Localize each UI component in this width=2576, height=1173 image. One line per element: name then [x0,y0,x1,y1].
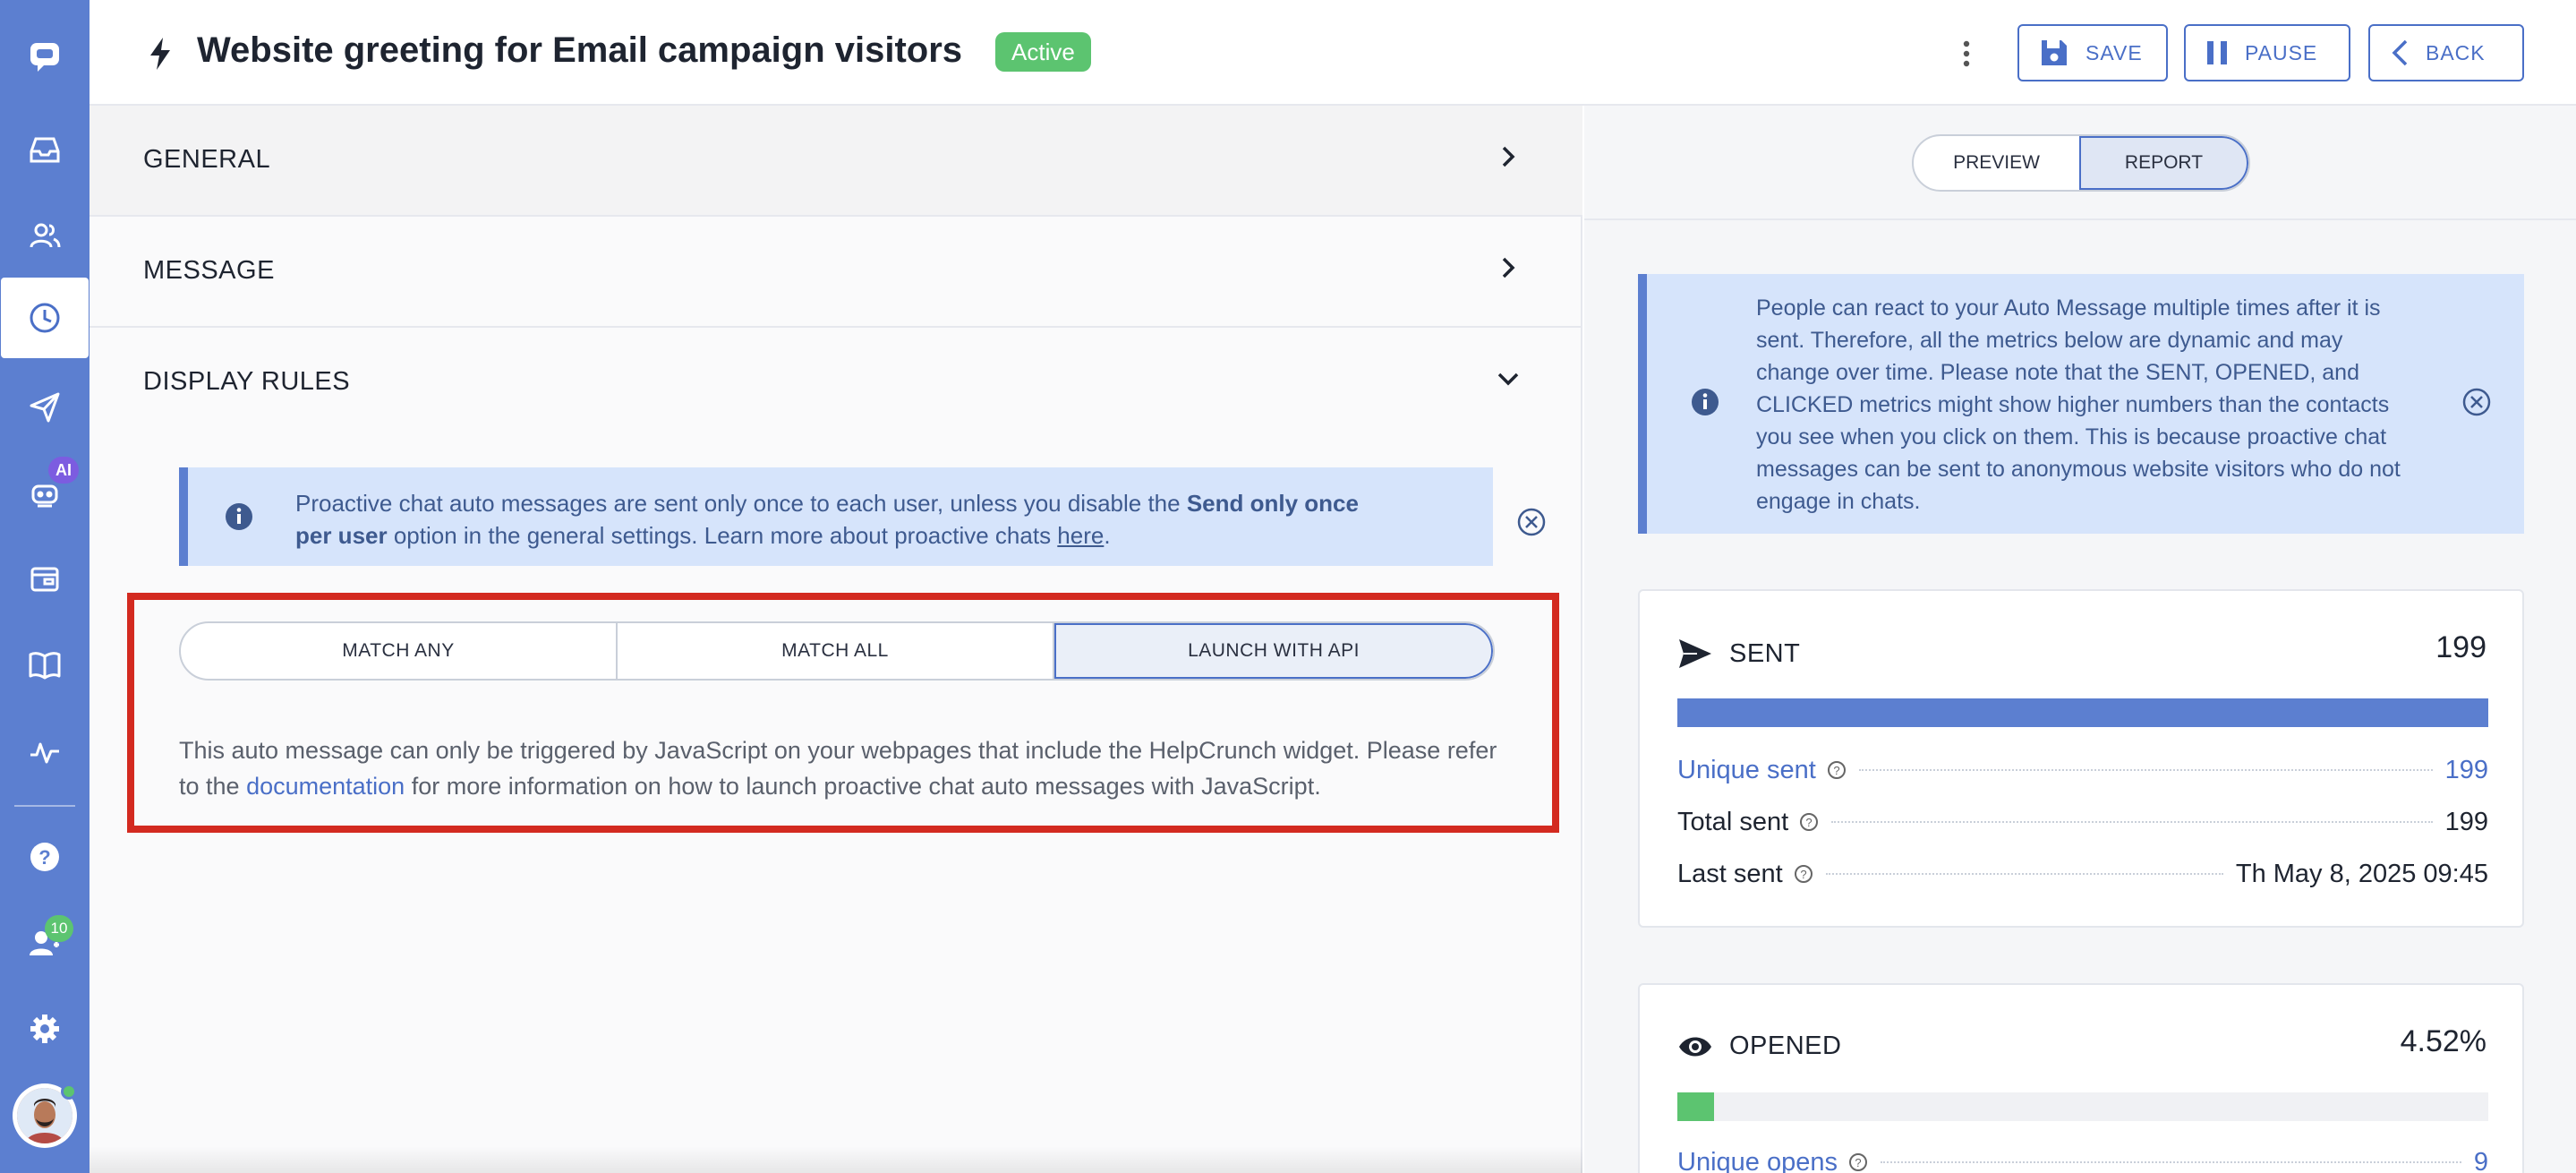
settings-panel: GENERAL MESSAGE DISPLAY RULES Proactive … [90,106,1582,1173]
chat-logo-icon[interactable] [0,16,90,97]
help-icon[interactable]: ? [0,817,90,897]
opened-progress-bar [1677,1092,2488,1121]
unique-sent-value: 199 [2444,755,2488,784]
page-title: Website greeting for Email campaign visi… [197,30,963,70]
match-any-option[interactable]: MATCH ANY [181,623,618,679]
launch-with-api-option[interactable]: LAUNCH WITH API [1054,623,1493,679]
send-icon[interactable] [0,367,90,448]
section-display-rules[interactable]: DISPLAY RULES [90,328,1582,439]
settings-icon[interactable] [0,989,90,1069]
notice-text-part: option in the general settings. Learn mo… [387,522,1058,549]
ai-badge: AI [48,457,79,484]
save-button-label: SAVE [2086,40,2143,64]
opened-rate-value: 4.52% [2400,1024,2486,1058]
lightning-icon [150,38,170,70]
notice-here-link[interactable]: here [1057,522,1104,549]
sent-progress-fill [1677,698,2488,727]
section-message-label: MESSAGE [143,256,275,285]
unique-opens-label: Unique opens [1677,1147,1838,1173]
section-general-label: GENERAL [143,145,271,174]
chevron-down-icon [1497,372,1519,386]
team-icon[interactable] [0,903,90,983]
total-sent-label: Total sent [1677,807,1789,836]
match-all-option[interactable]: MATCH ALL [618,623,1054,679]
opened-progress-fill [1677,1092,1714,1121]
match-mode-selector: MATCH ANY MATCH ALL LAUNCH WITH API [179,621,1495,681]
page-header: Website greeting for Email campaign visi… [90,0,2576,106]
chevron-right-icon [1502,146,1515,167]
api-text-part: for more information on how to launch pr… [405,773,1321,800]
status-badge: Active [995,32,1091,72]
wallet-icon[interactable] [0,539,90,620]
last-sent-value: Th May 8, 2025 09:45 [2235,859,2488,888]
help-icon[interactable]: ? [1827,760,1847,780]
api-description: This auto message can only be triggered … [179,732,1513,804]
section-message[interactable]: MESSAGE [90,217,1582,328]
svg-text:?: ? [1855,1156,1861,1169]
close-icon[interactable] [1516,507,1547,537]
svg-text:?: ? [1833,764,1839,777]
opened-title: OPENED [1729,1032,1842,1060]
help-icon[interactable]: ? [1794,864,1813,884]
info-icon [1692,389,1719,415]
tab-report[interactable]: REPORT [2079,136,2248,190]
sent-metric-card: SENT 199 Unique sent? 199 Total sent? 19… [1638,589,2524,928]
total-sent-value: 199 [2444,807,2488,836]
help-icon[interactable]: ? [1799,812,1819,832]
last-sent-label: Last sent [1677,859,1783,888]
last-sent-row: Last sent? Th May 8, 2025 09:45 [1677,856,2488,892]
eye-icon [1679,1037,1711,1056]
section-general[interactable]: GENERAL [90,106,1582,217]
svg-text:?: ? [38,846,50,869]
unique-sent-label: Unique sent [1677,755,1816,784]
notice-text: Proactive chat auto messages are sent on… [295,487,1369,552]
back-button-label: BACK [2426,40,2486,64]
proactive-chat-notice: Proactive chat auto messages are sent on… [179,467,1546,566]
sent-progress-bar [1677,698,2488,727]
notice-text-part: . [1104,522,1111,549]
info-icon [226,503,252,530]
activity-icon[interactable] [0,711,90,792]
inbox-icon[interactable] [0,109,90,190]
documentation-link[interactable]: documentation [246,773,405,800]
total-sent-row: Total sent? 199 [1677,804,2488,840]
back-button[interactable]: BACK [2368,24,2524,81]
svg-text:?: ? [1806,816,1813,829]
pause-icon [2207,41,2227,64]
left-nav-rail: AI ? 10 [0,0,90,1173]
contacts-icon[interactable] [0,195,90,276]
unique-opens-value: 9 [2473,1147,2488,1173]
send-icon [1679,639,1711,668]
metrics-notice-text: People can react to your Auto Message mu… [1756,295,2401,514]
preview-report-toggle: PREVIEW REPORT [1912,134,2250,192]
team-count-badge: 10 [45,915,73,942]
report-panel: PREVIEW REPORT People can react to your … [1584,106,2576,1173]
svg-text:?: ? [1800,868,1806,881]
chevron-right-icon [1502,257,1515,278]
panel-divider [1584,218,2576,220]
rail-divider [14,805,75,807]
pause-button-label: PAUSE [2245,40,2318,64]
unique-opens-row[interactable]: Unique opens? 9 [1677,1144,2488,1173]
opened-metric-card: OPENED 4.52% Unique opens? 9 [1638,983,2524,1173]
help-icon[interactable]: ? [1848,1152,1868,1172]
section-display-rules-label: DISPLAY RULES [143,367,351,396]
save-button[interactable]: SAVE [2017,24,2168,81]
auto-messages-icon[interactable] [1,278,89,358]
bottom-shadow [90,1146,1582,1173]
tab-preview[interactable]: PREVIEW [1914,136,2079,190]
knowledge-base-icon[interactable] [0,625,90,706]
close-icon[interactable] [2461,387,2492,417]
pause-button[interactable]: PAUSE [2184,24,2350,81]
notice-text-part: Proactive chat auto messages are sent on… [295,490,1187,517]
online-status-dot [61,1083,77,1100]
unique-sent-row[interactable]: Unique sent? 199 [1677,752,2488,788]
metrics-notice: People can react to your Auto Message mu… [1638,274,2524,534]
more-options-icon[interactable] [1953,34,1980,73]
sent-total-value: 199 [2435,630,2486,664]
chevron-left-icon [2392,39,2408,66]
sent-title: SENT [1729,638,1801,668]
save-icon [2042,40,2067,65]
